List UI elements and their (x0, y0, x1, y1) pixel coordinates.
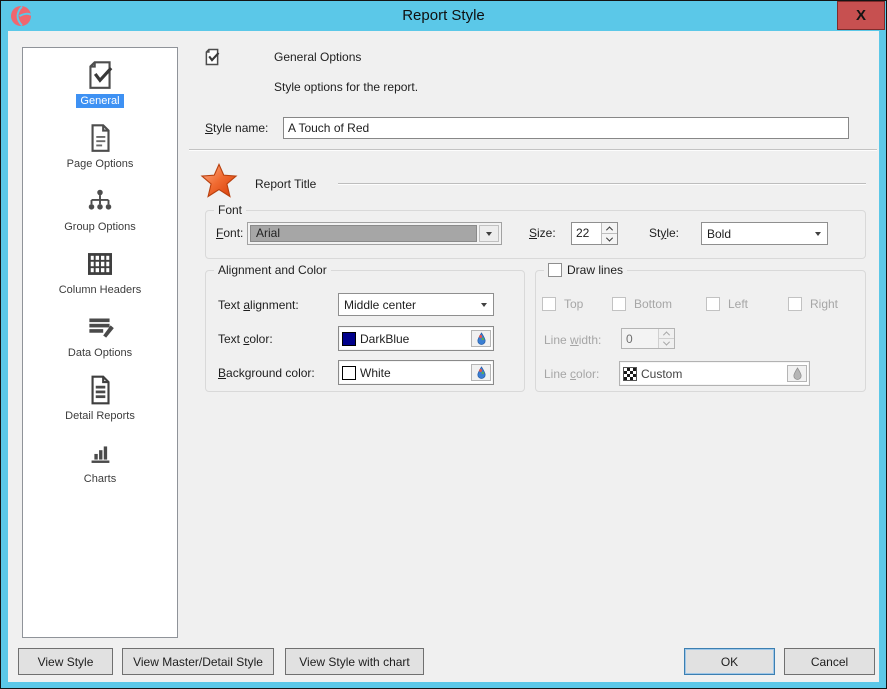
font-style-value: Bold (702, 227, 815, 241)
spinner-down-button (659, 339, 674, 348)
sidebar-item-label: General (76, 94, 123, 108)
size-spinner[interactable]: 22 (571, 222, 618, 245)
text-color-label: Text color: (218, 332, 273, 346)
font-select-value: Arial (250, 225, 477, 242)
report-title-heading: Report Title (255, 177, 316, 191)
chevron-down-icon[interactable] (479, 225, 499, 242)
size-label: Size: (529, 226, 556, 240)
spinner-up-button[interactable] (602, 223, 617, 234)
report-document-icon (83, 373, 117, 407)
general-icon (83, 58, 117, 92)
sidebar-item-charts[interactable]: Charts (80, 436, 120, 486)
sidebar-item-label: Column Headers (55, 283, 146, 297)
background-color-picker[interactable]: White (338, 360, 494, 385)
style-name-input[interactable] (283, 117, 849, 139)
color-dropper-button[interactable] (471, 364, 491, 381)
background-color-value: White (360, 366, 471, 380)
top-checkbox[interactable] (542, 297, 556, 311)
text-alignment-label: Text alignment: (218, 298, 299, 312)
text-alignment-select[interactable]: Middle center (338, 293, 494, 316)
chevron-down-icon (481, 303, 487, 307)
draw-lines-checkbox[interactable] (548, 263, 562, 277)
left-label: Left (728, 297, 748, 311)
bar-chart-icon (83, 436, 117, 470)
draw-lines-title: Draw lines (544, 263, 627, 277)
general-options-icon (202, 47, 222, 67)
sidebar-item-label: Data Options (64, 346, 136, 360)
sidebar-item-group-options[interactable]: Group Options (60, 184, 140, 234)
color-swatch (623, 367, 637, 381)
sidebar-item-label: Detail Reports (61, 409, 139, 423)
font-group: Font Font: Arial Size: 22 Style: Bold (205, 210, 866, 259)
report-style-dialog: Report Style X General (0, 0, 887, 689)
line-width-spinner: 0 (621, 328, 675, 349)
table-grid-icon (83, 247, 117, 281)
spinner-down-button[interactable] (602, 234, 617, 244)
close-button[interactable]: X (837, 1, 885, 30)
style-name-label: Style name: (205, 121, 268, 135)
sidebar-item-column-headers[interactable]: Column Headers (55, 247, 146, 297)
ok-button[interactable]: OK (684, 648, 775, 675)
category-sidebar: General Page Options (22, 47, 178, 638)
alignment-color-group: Alignment and Color Text alignment: Midd… (205, 270, 525, 392)
style-label: Style: (649, 226, 679, 240)
titlebar[interactable]: Report Style X (1, 1, 886, 31)
right-checkbox[interactable] (788, 297, 802, 311)
left-checkbox-item[interactable]: Left (706, 297, 748, 311)
left-checkbox[interactable] (706, 297, 720, 311)
section-separator (189, 149, 877, 151)
chevron-down-icon (815, 232, 821, 236)
sidebar-item-label: Page Options (63, 157, 138, 171)
font-select[interactable]: Arial (247, 222, 502, 245)
view-style-with-chart-button[interactable]: View Style with chart (285, 648, 424, 675)
page-icon (83, 121, 117, 155)
bottom-checkbox[interactable] (612, 297, 626, 311)
line-width-label: Line width: (544, 333, 601, 347)
sidebar-item-label: Group Options (60, 220, 140, 234)
font-group-title: Font (214, 203, 246, 217)
size-value: 22 (572, 223, 601, 244)
cancel-button[interactable]: Cancel (784, 648, 875, 675)
bottom-checkbox-item[interactable]: Bottom (612, 297, 672, 311)
view-style-button[interactable]: View Style (18, 648, 113, 675)
background-color-label: Background color: (218, 366, 315, 380)
dialog-client-area: General Page Options (8, 31, 879, 682)
line-color-picker: Custom (619, 361, 810, 386)
color-dropper-button[interactable] (471, 330, 491, 347)
star-icon (200, 162, 238, 200)
top-checkbox-item[interactable]: Top (542, 297, 583, 311)
sidebar-item-detail-reports[interactable]: Detail Reports (61, 373, 139, 423)
font-label: Font: (216, 226, 243, 240)
font-style-select[interactable]: Bold (701, 222, 828, 245)
sidebar-item-label: Charts (80, 472, 120, 486)
right-label: Right (810, 297, 838, 311)
sidebar-item-general[interactable]: General (76, 58, 123, 108)
text-color-picker[interactable]: DarkBlue (338, 326, 494, 351)
draw-lines-group: Draw lines Top Bottom Left Right Line wi… (535, 270, 866, 392)
view-master-detail-style-button[interactable]: View Master/Detail Style (122, 648, 274, 675)
line-color-value: Custom (641, 367, 787, 381)
org-chart-icon (83, 184, 117, 218)
text-color-value: DarkBlue (360, 332, 471, 346)
bottom-label: Bottom (634, 297, 672, 311)
page-title: General Options (274, 50, 361, 64)
report-title-rule (338, 183, 866, 185)
color-dropper-button (787, 365, 807, 382)
page-subtitle: Style options for the report. (274, 80, 418, 94)
right-checkbox-item[interactable]: Right (788, 297, 838, 311)
sidebar-item-data-options[interactable]: Data Options (64, 310, 136, 360)
color-swatch (342, 332, 356, 346)
spinner-up-button (659, 329, 674, 339)
sidebar-item-page-options[interactable]: Page Options (63, 121, 138, 171)
line-color-label: Line color: (544, 367, 599, 381)
text-alignment-value: Middle center (339, 298, 481, 312)
draw-lines-label: Draw lines (567, 263, 623, 277)
color-swatch (342, 366, 356, 380)
lines-pencil-icon (83, 310, 117, 344)
line-width-value: 0 (622, 329, 658, 348)
alignment-group-title: Alignment and Color (214, 263, 331, 277)
window-title: Report Style (1, 1, 886, 31)
top-label: Top (564, 297, 583, 311)
